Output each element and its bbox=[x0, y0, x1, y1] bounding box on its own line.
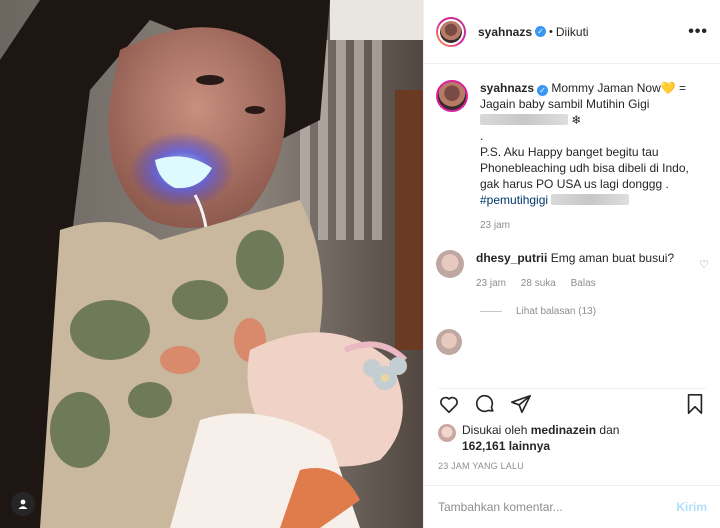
comment-meta: 23 jam 28 suka Balas bbox=[476, 276, 676, 292]
heart-emoji: 💛 bbox=[660, 81, 676, 95]
share-icon[interactable] bbox=[510, 393, 532, 415]
bookmark-icon[interactable] bbox=[684, 393, 706, 415]
replies-divider bbox=[480, 311, 502, 312]
follow-status-button[interactable]: Diikuti bbox=[556, 25, 589, 39]
snowflake-emoji: ❄ bbox=[571, 113, 582, 127]
caption-meta: 23 jam bbox=[480, 218, 700, 234]
comment-likes[interactable]: 28 suka bbox=[521, 278, 556, 289]
separator-dot: • bbox=[549, 25, 553, 38]
caption-line2: Jagain baby sambil Mutihin Gigi bbox=[480, 97, 650, 111]
comment-icon[interactable] bbox=[474, 393, 496, 415]
avatar[interactable] bbox=[436, 16, 466, 47]
caption-verified-icon: ✓ bbox=[537, 85, 549, 96]
liked-by-prefix: Disukai oleh bbox=[462, 423, 528, 437]
header-username[interactable]: syahnazs bbox=[478, 25, 532, 39]
hashtag-link[interactable]: #pemutihgigi bbox=[480, 193, 548, 207]
caption: syahnazs ✓ Mommy Jaman Now💛 = Jagain baby… bbox=[436, 80, 709, 234]
post-sidebar: syahnazs ✓ • Diikuti ••• syahnazs ✓ Mommy… bbox=[423, 0, 720, 528]
action-bar bbox=[438, 388, 706, 418]
more-options-icon[interactable]: ••• bbox=[688, 23, 708, 41]
caption-line4: P.S. Aku Happy banget begitu tau Phonebl… bbox=[480, 145, 689, 191]
post-comment-button[interactable]: Kirim bbox=[676, 500, 707, 514]
caption-time[interactable]: 23 jam bbox=[480, 220, 510, 231]
next-comment-peek bbox=[436, 329, 709, 355]
like-icon[interactable] bbox=[438, 393, 460, 415]
post-header: syahnazs ✓ • Diikuti ••• bbox=[424, 0, 720, 64]
view-replies-label[interactable]: Lihat balasan (13) bbox=[516, 306, 596, 317]
caption-line1: Mommy Jaman Now bbox=[551, 81, 661, 95]
caption-dot: . bbox=[480, 129, 484, 143]
caption-username[interactable]: syahnazs bbox=[480, 81, 534, 95]
liked-by: Disukai oleh medinazein dan 162,161 lain… bbox=[438, 422, 619, 454]
comment-username[interactable]: dhesy_putrii bbox=[476, 251, 547, 265]
likes-count[interactable]: 162,161 lainnya bbox=[462, 439, 550, 453]
liked-by-joiner: dan bbox=[599, 423, 620, 437]
comment-text: Emg aman buat busui? bbox=[550, 251, 675, 265]
user-icon bbox=[18, 499, 28, 509]
liker-avatar[interactable] bbox=[438, 424, 456, 442]
next-comment-avatar[interactable] bbox=[436, 329, 462, 355]
tagged-users-button[interactable] bbox=[11, 492, 35, 516]
comment-item: dhesy_putrii Emg aman buat busui? 23 jam… bbox=[436, 250, 709, 292]
post-date[interactable]: 23 JAM YANG LALU bbox=[438, 461, 524, 471]
blurred-hashtag bbox=[551, 194, 630, 205]
view-replies[interactable]: Lihat balasan (13) bbox=[480, 306, 709, 317]
caption-avatar[interactable] bbox=[436, 80, 468, 112]
comment-reply-button[interactable]: Balas bbox=[571, 278, 596, 289]
add-comment-bar: Tambahkan komentar... Kirim bbox=[424, 485, 720, 528]
comments-section[interactable]: syahnazs ✓ Mommy Jaman Now💛 = Jagain baby… bbox=[424, 64, 720, 379]
caption-equals: = bbox=[679, 81, 687, 95]
comment-avatar[interactable] bbox=[436, 250, 464, 278]
blurred-text bbox=[480, 114, 568, 125]
photo-illustration bbox=[0, 0, 423, 528]
comment-like-icon[interactable]: ♡ bbox=[699, 258, 709, 292]
liked-by-user[interactable]: medinazein bbox=[531, 423, 596, 437]
comment-input[interactable]: Tambahkan komentar... bbox=[438, 500, 563, 514]
verified-icon: ✓ bbox=[535, 26, 547, 37]
post-photo[interactable] bbox=[0, 0, 423, 528]
comment-time[interactable]: 23 jam bbox=[476, 278, 506, 289]
